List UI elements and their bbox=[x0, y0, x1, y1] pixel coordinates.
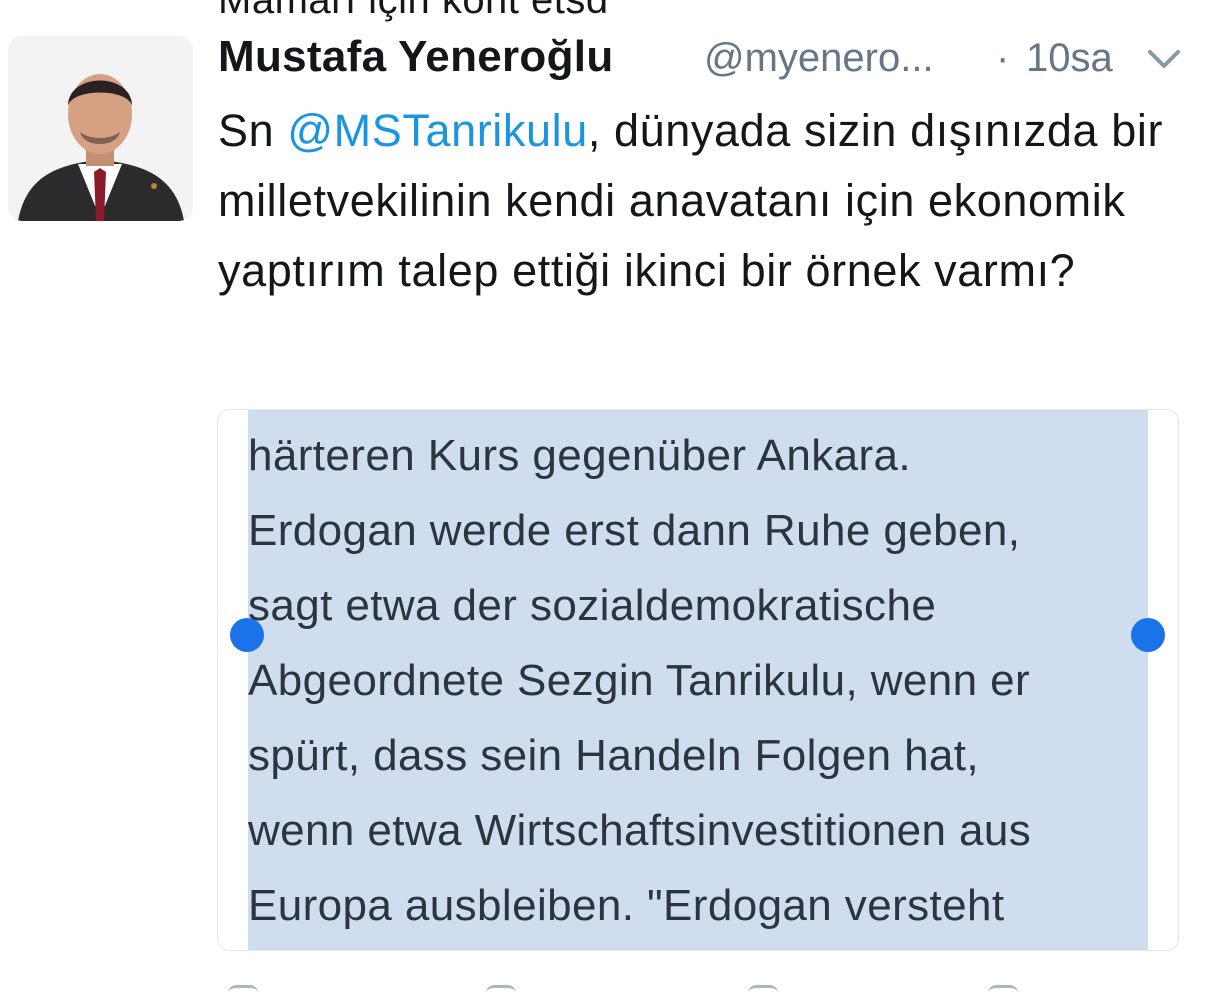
previous-tweet-cut-text: Mamarı için kont etsd bbox=[218, 0, 609, 22]
selection-handle-right-icon[interactable] bbox=[1131, 618, 1165, 652]
article-line: Abgeordnete Sezgin Tanrikulu, wenn er bbox=[248, 656, 1031, 705]
tweet-header: Mustafa Yeneroğlu @myenero... · 10sa bbox=[218, 32, 1203, 88]
author-avatar[interactable] bbox=[8, 36, 193, 221]
screenshot-article-text: härteren Kurs gegenüber Ankara. Erdogan … bbox=[248, 418, 1158, 943]
tweet-actions-cut bbox=[218, 985, 1178, 1005]
tweet-media-card[interactable]: härteren Kurs gegenüber Ankara. Erdogan … bbox=[217, 409, 1179, 951]
dm-icon[interactable] bbox=[988, 985, 1018, 998]
like-icon[interactable] bbox=[748, 985, 778, 998]
mention-link[interactable]: @MSTanrikulu bbox=[287, 105, 587, 156]
retweet-icon[interactable] bbox=[486, 985, 516, 998]
header-separator: · bbox=[996, 36, 1010, 80]
tweet-text-prefix: Sn bbox=[218, 105, 288, 156]
chevron-down-icon[interactable] bbox=[1144, 44, 1184, 74]
tweet-text: Sn @MSTanrikulu, dünyada sizin dışınızda… bbox=[218, 96, 1178, 306]
article-line: sagt etwa der sozialdemokratische bbox=[248, 581, 937, 630]
article-line: Erdogan werde erst dann Ruhe geben, bbox=[248, 506, 1021, 555]
author-name[interactable]: Mustafa Yeneroğlu bbox=[218, 32, 614, 82]
article-line: wenn etwa Wirtschaftsinvestitionen aus bbox=[248, 806, 1032, 855]
selection-handle-left-icon[interactable] bbox=[230, 618, 264, 652]
avatar-photo-icon bbox=[8, 36, 193, 221]
tweet-timestamp[interactable]: 10sa bbox=[1026, 36, 1113, 81]
reply-icon[interactable] bbox=[228, 985, 258, 998]
article-line: härteren Kurs gegenüber Ankara. bbox=[248, 431, 912, 480]
author-handle[interactable]: @myenero... bbox=[704, 36, 974, 81]
article-line: Europa ausbleiben. "Erdogan versteht bbox=[248, 881, 1005, 930]
article-line: spürt, dass sein Handeln Folgen hat, bbox=[248, 731, 980, 780]
